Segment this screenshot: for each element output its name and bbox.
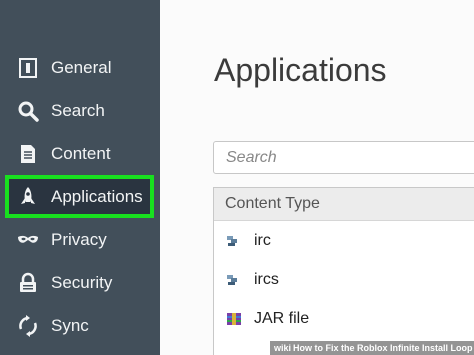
table-row[interactable]: JAR file (214, 299, 474, 338)
sidebar-item-security[interactable]: Security (0, 261, 160, 304)
general-icon (8, 57, 48, 79)
sidebar-item-general[interactable]: General (0, 46, 160, 89)
sidebar-item-search[interactable]: Search (0, 89, 160, 132)
sidebar-item-label: Sync (51, 315, 89, 335)
sidebar-item-content[interactable]: Content (0, 132, 160, 175)
archive-icon (226, 311, 242, 327)
row-label: ircs (254, 270, 279, 288)
sidebar-item-sync[interactable]: Sync (0, 304, 160, 347)
watermark: wiki How to Fix the Roblox Infinite Inst… (270, 341, 474, 355)
search-icon (8, 100, 48, 122)
chat-icon (226, 272, 242, 288)
content-type-table: Content Type irc ircs JAR file (213, 187, 474, 355)
sidebar-item-label: Content (51, 143, 111, 163)
column-header-content-type[interactable]: Content Type (214, 188, 474, 221)
watermark-brand: wiki (274, 343, 292, 353)
sidebar-item-label: General (51, 57, 112, 77)
sync-icon (8, 314, 48, 337)
sidebar-item-applications[interactable]: Applications (0, 175, 160, 218)
chat-icon (226, 233, 242, 249)
row-label: irc (254, 231, 271, 249)
sidebar-item-label: Security (51, 272, 113, 292)
search-input[interactable] (213, 141, 474, 174)
watermark-brand-suffix: How (293, 343, 313, 353)
sidebar-item-privacy[interactable]: Privacy (0, 218, 160, 261)
lock-icon (8, 272, 48, 294)
mask-icon (8, 229, 48, 251)
sidebar: General Search Content Applications Priv… (0, 0, 160, 355)
sidebar-item-label: Search (51, 100, 105, 120)
sidebar-item-label: Applications (51, 186, 143, 206)
main-panel: Applications Content Type irc ircs JAR f… (160, 0, 474, 355)
sidebar-item-label: Privacy (51, 229, 107, 249)
row-label: JAR file (254, 309, 310, 327)
table-row[interactable]: irc (214, 221, 474, 260)
rocket-icon (8, 186, 48, 208)
table-row[interactable]: ircs (214, 260, 474, 299)
watermark-text: to Fix the Roblox Infinite Install Loop (314, 343, 473, 353)
document-icon (8, 143, 48, 165)
page-title: Applications (214, 52, 387, 88)
